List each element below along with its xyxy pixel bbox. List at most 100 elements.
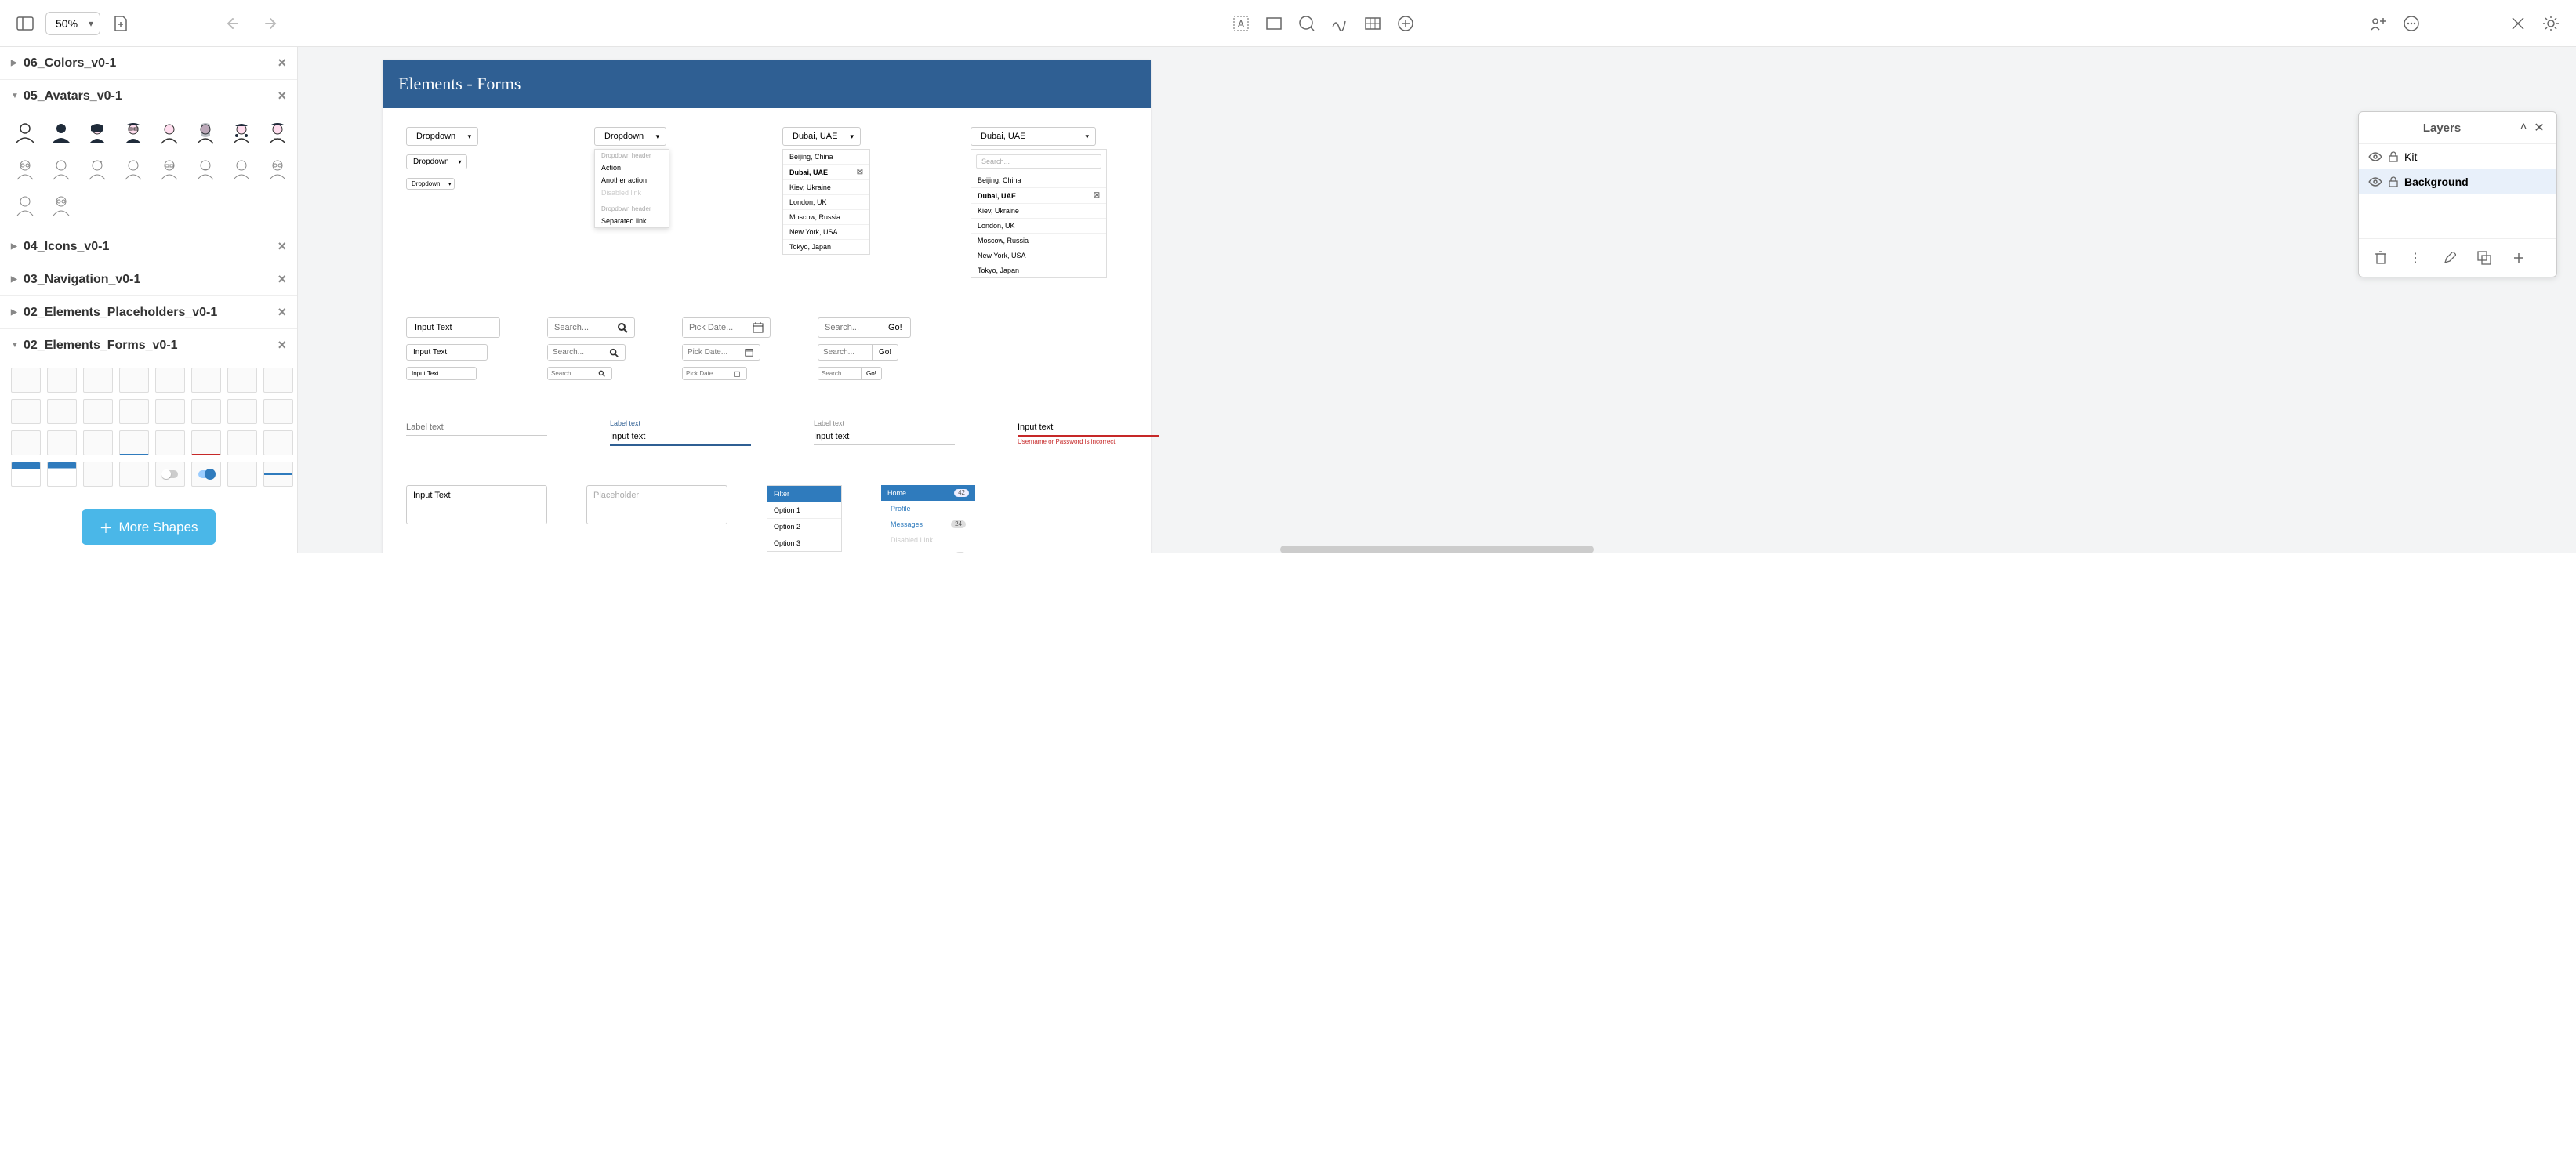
material-input-element[interactable]	[814, 429, 955, 445]
avatar-shape[interactable]	[155, 118, 183, 147]
section-close-icon[interactable]: ×	[278, 55, 286, 71]
go-button[interactable]: Go!	[873, 344, 898, 361]
shape-thumb[interactable]	[263, 368, 293, 393]
dropdown-item[interactable]: Separated link	[595, 215, 669, 227]
shape-thumb[interactable]	[83, 368, 113, 393]
avatar-shape[interactable]	[263, 118, 292, 147]
zoom-select[interactable]: 50%	[45, 12, 100, 35]
section-close-icon[interactable]: ×	[278, 271, 286, 288]
list-item[interactable]: Tokyo, Japan	[971, 263, 1106, 277]
shape-thumb[interactable]	[191, 462, 221, 487]
shape-thumb[interactable]	[227, 368, 257, 393]
avatar-shape[interactable]	[119, 154, 147, 183]
collapse-icon[interactable]: ˄	[2516, 120, 2531, 136]
table-tool-button[interactable]	[1360, 11, 1385, 36]
redo-button[interactable]	[256, 11, 281, 36]
text-input-element[interactable]	[406, 344, 488, 361]
layer-row[interactable]: Kit	[2359, 144, 2556, 169]
shape-thumb[interactable]	[83, 399, 113, 424]
text-input-element[interactable]	[406, 317, 500, 338]
share-button[interactable]	[2366, 11, 2391, 36]
section-close-icon[interactable]: ×	[278, 337, 286, 353]
text-tool-button[interactable]: A	[1228, 11, 1254, 36]
textarea-placeholder-element[interactable]: Placeholder	[586, 485, 727, 524]
ellipse-tool-button[interactable]	[1294, 11, 1319, 36]
section-header-icons[interactable]: ▶04_Icons_v0-1×	[0, 230, 297, 263]
avatar-shape[interactable]	[11, 190, 39, 219]
section-header-placeholders[interactable]: ▶02_Elements_Placeholders_v0-1×	[0, 296, 297, 328]
go-button[interactable]: Go!	[880, 317, 911, 338]
date-input-element[interactable]	[682, 317, 771, 338]
shape-thumb[interactable]	[119, 430, 149, 455]
shape-thumb[interactable]	[11, 368, 41, 393]
avatar-shape[interactable]	[191, 118, 220, 147]
undo-button[interactable]	[223, 11, 248, 36]
shape-thumb[interactable]	[155, 462, 185, 487]
list-item[interactable]: Tokyo, Japan	[783, 240, 869, 254]
section-header-avatars[interactable]: ▼05_Avatars_v0-1×	[0, 80, 297, 112]
search-input-element[interactable]	[547, 367, 612, 380]
horizontal-scrollbar[interactable]	[1280, 546, 1594, 553]
material-input-focused-element[interactable]	[610, 429, 751, 446]
filter-option[interactable]: Option 3	[767, 535, 841, 551]
list-item[interactable]: Beijing, China	[783, 150, 869, 165]
shape-thumb[interactable]	[191, 368, 221, 393]
avatar-shape[interactable]	[227, 154, 256, 183]
panels-toggle-button[interactable]	[13, 11, 38, 36]
new-page-button[interactable]	[108, 11, 133, 36]
lock-icon[interactable]	[2389, 176, 2398, 187]
list-item[interactable]: Kiev, Ukraine	[971, 204, 1106, 219]
city-dropdown-element[interactable]: Dubai, UAE	[782, 127, 861, 146]
duplicate-layer-button[interactable]	[2472, 245, 2497, 270]
shape-thumb[interactable]	[191, 430, 221, 455]
filter-option[interactable]: Option 1	[767, 502, 841, 518]
list-item[interactable]: London, UK	[971, 219, 1106, 234]
shape-thumb[interactable]	[263, 462, 293, 487]
avatar-shape[interactable]	[47, 118, 75, 147]
search-input-element[interactable]	[547, 344, 626, 361]
lock-icon[interactable]	[2389, 151, 2398, 162]
shape-thumb[interactable]	[47, 462, 77, 487]
freehand-tool-button[interactable]	[1327, 11, 1352, 36]
date-input-element[interactable]	[682, 367, 747, 380]
canvas-page[interactable]: Elements - Forms Dropdown Dropdown Dropd…	[383, 60, 1151, 553]
list-item-selected[interactable]: Dubai, UAE	[783, 165, 869, 180]
shape-thumb[interactable]	[263, 399, 293, 424]
text-input-element[interactable]	[406, 367, 477, 380]
date-input-element[interactable]	[682, 344, 760, 361]
shape-thumb[interactable]	[227, 430, 257, 455]
shape-thumb[interactable]	[155, 430, 185, 455]
visibility-icon[interactable]	[2368, 177, 2382, 187]
avatar-shape[interactable]	[263, 154, 292, 183]
dropdown-element[interactable]: Dropdown	[406, 127, 478, 146]
shape-thumb[interactable]	[11, 430, 41, 455]
close-icon[interactable]: ✕	[2531, 120, 2547, 136]
shape-thumb[interactable]	[227, 399, 257, 424]
avatar-shape[interactable]	[11, 118, 39, 147]
shape-thumb[interactable]	[47, 368, 77, 393]
list-item[interactable]: London, UK	[783, 195, 869, 210]
dropdown-item[interactable]: Action	[595, 161, 669, 174]
material-input-element[interactable]	[406, 419, 547, 436]
shape-thumb[interactable]	[155, 399, 185, 424]
more-menu-button[interactable]	[2399, 11, 2424, 36]
side-nav-head[interactable]: Home42	[881, 485, 975, 501]
section-close-icon[interactable]: ×	[278, 304, 286, 321]
theme-button[interactable]	[2538, 11, 2563, 36]
go-button[interactable]: Go!	[862, 367, 882, 380]
add-tool-button[interactable]	[1393, 11, 1418, 36]
shape-thumb[interactable]	[11, 462, 41, 487]
more-layer-button[interactable]: ⋮	[2403, 245, 2428, 270]
list-item-selected[interactable]: Dubai, UAE	[971, 188, 1106, 204]
filter-option[interactable]: Option 2	[767, 518, 841, 535]
avatar-shape[interactable]	[155, 154, 183, 183]
layer-row-selected[interactable]: Background	[2359, 169, 2556, 194]
avatar-shape[interactable]	[191, 154, 220, 183]
dropdown-item[interactable]: Another action	[595, 174, 669, 187]
dropdown-element[interactable]: Dropdown	[406, 178, 455, 190]
section-close-icon[interactable]: ×	[278, 238, 286, 255]
list-search-input[interactable]: Search...	[976, 154, 1101, 169]
avatar-shape[interactable]	[47, 190, 75, 219]
list-item[interactable]: Moscow, Russia	[783, 210, 869, 225]
shape-thumb[interactable]	[83, 430, 113, 455]
